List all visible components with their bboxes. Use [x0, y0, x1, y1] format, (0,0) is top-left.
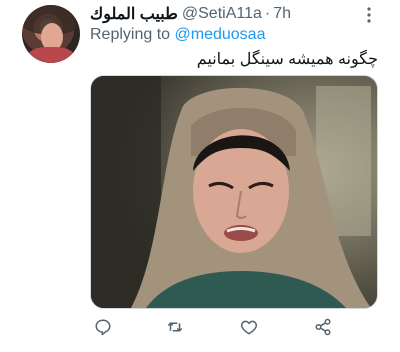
mention-link[interactable]: @meduosaa — [175, 26, 266, 43]
display-name[interactable]: طبيب الملوك — [90, 4, 178, 24]
separator-dot: · — [264, 5, 271, 22]
user-handle[interactable]: @SetiA11a — [182, 5, 262, 23]
replying-to: Replying to @meduosaa — [90, 26, 265, 44]
heart-icon[interactable] — [238, 316, 260, 338]
reply-icon[interactable] — [92, 316, 114, 338]
avatar[interactable] — [22, 5, 80, 63]
retweet-icon[interactable] — [164, 316, 186, 338]
share-icon[interactable] — [312, 316, 334, 338]
tweet-header: طبيب الملوك @SetiA11a · 7h — [90, 3, 291, 25]
replying-label: Replying to — [90, 26, 171, 43]
tweet-image[interactable] — [90, 75, 378, 309]
timestamp[interactable]: 7h — [273, 5, 291, 23]
action-bar — [90, 316, 350, 340]
tweet-text: چگونه همیشه سینگل بمانیم — [196, 51, 378, 68]
more-options-icon[interactable] — [360, 6, 378, 24]
